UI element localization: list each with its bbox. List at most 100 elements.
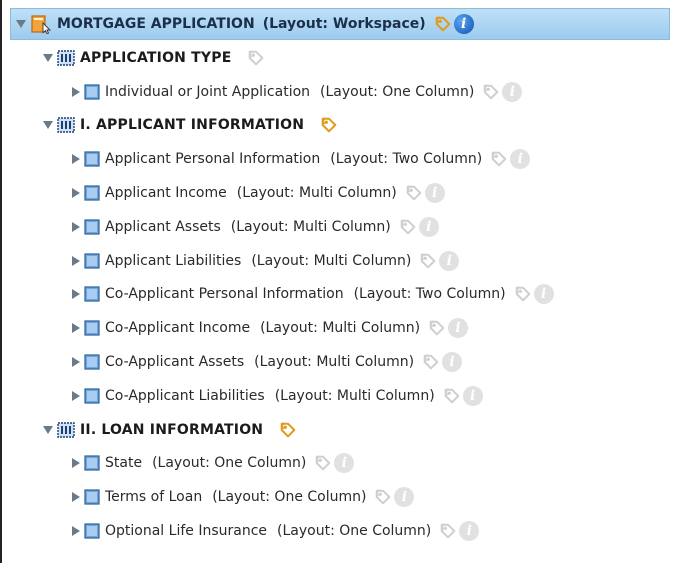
tag-icon[interactable]	[419, 252, 437, 270]
page-label: Individual or Joint Application	[105, 83, 311, 100]
section-label: I. APPLICANT INFORMATION	[80, 117, 305, 134]
page-layout-label: (Layout: Two Column)	[353, 286, 506, 303]
tag-icon[interactable]	[247, 49, 265, 67]
page-label: Co-Applicant Income	[105, 320, 251, 337]
tag-icon[interactable]	[482, 83, 500, 101]
page-form-icon	[84, 523, 100, 539]
info-icon[interactable]: i	[442, 352, 463, 372]
expand-triangle-down-icon[interactable]	[16, 20, 26, 28]
tag-icon[interactable]	[279, 421, 297, 439]
tree-section-row[interactable]: APPLICATION TYPE	[43, 43, 265, 73]
tag-icon[interactable]	[320, 116, 338, 134]
page-layout-label: (Layout: Multi Column)	[251, 252, 412, 269]
collapse-triangle-right-icon[interactable]	[72, 188, 80, 198]
page-label: Co-Applicant Assets	[105, 354, 245, 370]
page-layout-label: (Layout: Multi Column)	[236, 185, 397, 201]
tree-page-row[interactable]: Applicant Personal Information (Layout: T…	[72, 144, 531, 174]
tag-icon[interactable]	[439, 522, 457, 540]
tree-root-row[interactable]: MORTGAGE APPLICATION (Layout: Workspace) i	[16, 9, 474, 39]
tree-page-row[interactable]: Applicant Assets (Layout: Multi Column) i	[72, 212, 439, 242]
collapse-triangle-right-icon[interactable]	[72, 289, 80, 300]
info-icon[interactable]: i	[334, 453, 355, 474]
page-layout-label: (Layout: Two Column)	[330, 151, 483, 168]
tag-icon[interactable]	[443, 387, 461, 405]
expand-triangle-down-icon[interactable]	[43, 53, 53, 62]
info-icon[interactable]: i	[459, 521, 480, 541]
info-icon[interactable]: i	[453, 14, 474, 34]
info-icon[interactable]: i	[502, 81, 523, 102]
page-label: Co-Applicant Liabilities	[105, 387, 265, 404]
tag-icon[interactable]	[399, 218, 417, 236]
section-label: APPLICATION TYPE	[80, 49, 232, 66]
collapse-triangle-right-icon[interactable]	[72, 526, 80, 536]
expand-triangle-down-icon[interactable]	[43, 121, 53, 130]
collapse-triangle-right-icon[interactable]	[72, 255, 80, 266]
tag-icon[interactable]	[374, 488, 392, 506]
tree-page-row[interactable]: Applicant Income (Layout: Multi Column) i	[72, 178, 445, 208]
tree-page-row[interactable]: Co-Applicant Liabilities (Layout: Multi C…	[72, 381, 483, 411]
page-layout-label: (Layout: One Column)	[152, 455, 307, 472]
section-label: II. LOAN INFORMATION	[80, 421, 264, 438]
tree-page-row[interactable]: Co-Applicant Assets (Layout: Multi Column…	[72, 347, 463, 377]
section-grid-icon	[57, 117, 75, 134]
page-label: Optional Life Insurance	[105, 523, 268, 539]
tree-page-row[interactable]: State (Layout: One Column) i	[72, 448, 355, 478]
collapse-triangle-right-icon[interactable]	[72, 86, 80, 97]
info-icon[interactable]: i	[394, 487, 415, 508]
page-form-icon	[84, 354, 100, 370]
page-form-icon	[84, 388, 100, 404]
page-label: Co-Applicant Personal Information	[105, 286, 344, 303]
page-layout-label: (Layout: One Column)	[212, 489, 367, 506]
page-form-icon	[84, 151, 100, 167]
tree-page-row[interactable]: Co-Applicant Income (Layout: Multi Column…	[72, 313, 469, 343]
page-layout-label: (Layout: One Column)	[320, 83, 475, 100]
tree-section-row[interactable]: II. LOAN INFORMATION	[43, 415, 297, 445]
page-form-icon	[84, 320, 100, 336]
info-icon[interactable]: i	[510, 149, 531, 170]
collapse-triangle-right-icon[interactable]	[72, 323, 80, 334]
tree-page-row[interactable]: Terms of Loan (Layout: One Column) i	[72, 482, 415, 512]
info-icon[interactable]: i	[462, 385, 483, 406]
tag-icon[interactable]	[422, 353, 440, 371]
tag-icon[interactable]	[490, 150, 508, 168]
tree-page-row[interactable]: Co-Applicant Personal Information (Layout…	[72, 279, 554, 309]
tag-icon[interactable]	[434, 15, 452, 33]
info-icon[interactable]: i	[424, 183, 445, 203]
page-layout-label: (Layout: Multi Column)	[274, 387, 435, 404]
page-label: Applicant Liabilities	[105, 252, 242, 269]
section-grid-icon	[57, 421, 75, 438]
collapse-triangle-right-icon[interactable]	[72, 458, 80, 469]
collapse-triangle-right-icon[interactable]	[72, 357, 80, 367]
collapse-triangle-right-icon[interactable]	[72, 154, 80, 165]
page-layout-label: (Layout: Multi Column)	[260, 320, 421, 337]
info-icon[interactable]: i	[418, 216, 439, 237]
page-label: Applicant Income	[105, 185, 227, 201]
page-label: Applicant Assets	[105, 218, 221, 235]
page-layout-label: (Layout: One Column)	[277, 523, 432, 539]
expand-triangle-down-icon[interactable]	[43, 425, 53, 434]
tag-icon[interactable]	[314, 454, 332, 472]
info-icon[interactable]: i	[448, 318, 469, 339]
folder-application-icon	[30, 14, 52, 35]
root-layout-label: (Layout: Workspace)	[262, 16, 426, 32]
info-icon[interactable]: i	[533, 284, 554, 305]
page-label: State	[105, 455, 143, 472]
tree-page-row[interactable]: Optional Life Insurance (Layout: One Colu…	[72, 516, 480, 546]
section-grid-icon	[57, 50, 75, 66]
tree-page-row[interactable]: Applicant Liabilities (Layout: Multi Colu…	[72, 246, 460, 276]
page-label: Terms of Loan	[105, 489, 203, 506]
collapse-triangle-right-icon[interactable]	[72, 492, 80, 503]
tag-icon[interactable]	[428, 319, 446, 337]
page-layout-label: (Layout: Multi Column)	[254, 354, 415, 370]
page-form-icon	[84, 252, 100, 269]
collapse-triangle-right-icon[interactable]	[72, 221, 80, 232]
root-label: MORTGAGE APPLICATION	[57, 16, 255, 32]
tree-page-row[interactable]: Individual or Joint Application (Layout: …	[72, 77, 523, 107]
page-form-icon	[84, 219, 100, 235]
tag-icon[interactable]	[405, 184, 423, 202]
info-icon[interactable]: i	[439, 250, 460, 271]
tree-section-row[interactable]: I. APPLICANT INFORMATION	[43, 110, 338, 140]
tag-icon[interactable]	[514, 285, 532, 303]
page-form-icon	[84, 489, 100, 505]
collapse-triangle-right-icon[interactable]	[72, 390, 80, 401]
